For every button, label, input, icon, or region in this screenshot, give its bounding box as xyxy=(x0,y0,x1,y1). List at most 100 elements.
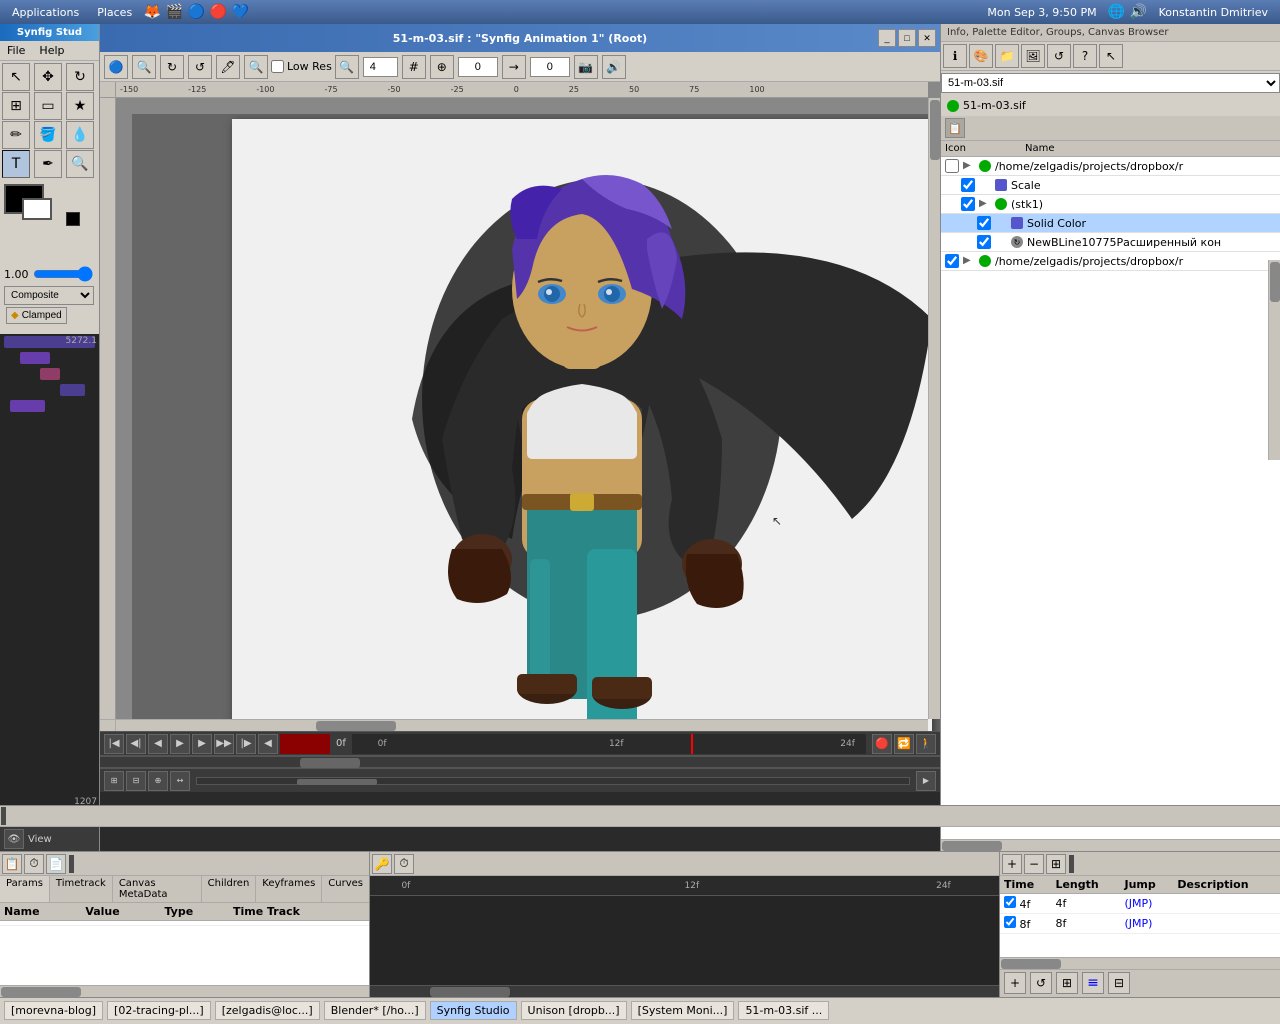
onion-btn[interactable]: ⊕ xyxy=(430,55,454,79)
close-handle[interactable] xyxy=(69,855,74,873)
maximize-button[interactable]: □ xyxy=(898,29,916,47)
timeline-btn-6[interactable]: ▶▶ xyxy=(214,734,234,754)
status-blender[interactable]: Blender* [/ho...] xyxy=(324,1001,426,1020)
timeline-btn-2[interactable]: ◀| xyxy=(126,734,146,754)
palette-btn[interactable]: 🎨 xyxy=(969,44,993,68)
kf-0-jump[interactable]: (JMP) xyxy=(1121,894,1174,914)
kf-action-1[interactable]: + xyxy=(1004,972,1026,994)
kf-0-check[interactable] xyxy=(1004,896,1016,908)
canvas-tool-4[interactable]: ↺ xyxy=(188,55,212,79)
rectangle-tool[interactable]: ▭ xyxy=(34,92,62,120)
layers-vscroll[interactable] xyxy=(1268,260,1280,460)
layer-1-checkbox[interactable] xyxy=(961,178,975,192)
layer-item-2[interactable]: ▶ (stk1) xyxy=(941,195,1280,214)
layer-5-expand[interactable]: ▶ xyxy=(963,255,975,267)
rotate-tool[interactable]: ↻ xyxy=(66,63,94,91)
panel-resize-handle[interactable] xyxy=(1,807,6,825)
magnify-btn[interactable]: 🔍 xyxy=(244,55,268,79)
app-icon-2[interactable]: 🔴 xyxy=(208,2,228,22)
zoom-tool[interactable]: 🔍 xyxy=(66,150,94,178)
layer-2-checkbox[interactable] xyxy=(961,197,975,211)
canvas-drawing-area[interactable]: ↖ xyxy=(132,114,940,731)
params-hscroll[interactable] xyxy=(0,985,369,997)
smooth-move-tool[interactable]: ✥ xyxy=(34,63,62,91)
status-unison[interactable]: Unison [dropb...] xyxy=(521,1001,627,1020)
kf-dup-btn[interactable]: ⊞ xyxy=(1046,854,1066,874)
help-menu[interactable]: Help xyxy=(36,43,67,58)
tab-keyframes[interactable]: Keyframes xyxy=(256,876,322,902)
tl-nav-5[interactable]: ▶ xyxy=(916,771,936,791)
current-frame-input[interactable]: 16f xyxy=(280,734,330,754)
star-tool[interactable]: ★ xyxy=(66,92,94,120)
layer-0-checkbox[interactable] xyxy=(945,159,959,173)
kf-action-4[interactable]: ≡ xyxy=(1082,972,1104,994)
timeline-btn-8[interactable]: ◀ xyxy=(258,734,278,754)
status-tracing[interactable]: [02-tracing-pl...] xyxy=(107,1001,211,1020)
cursor-btn[interactable]: ↖ xyxy=(1099,44,1123,68)
status-zelgadis[interactable]: [zelgadis@loc...] xyxy=(215,1001,320,1020)
timetrack-icon[interactable]: ⏱ xyxy=(24,854,44,874)
kf-1-check[interactable] xyxy=(1004,916,1016,928)
file-selector[interactable]: 51-m-03.sif xyxy=(941,73,1280,93)
close-button[interactable]: ✕ xyxy=(918,29,936,47)
applications-menu[interactable]: Applications xyxy=(4,4,87,21)
loop-btn[interactable]: 🔁 xyxy=(894,734,914,754)
tab-params[interactable]: Params xyxy=(0,876,50,902)
tt-icon2[interactable]: ⏱ xyxy=(394,854,414,874)
timeline-btn-3[interactable]: ◀ xyxy=(148,734,168,754)
tt-icon1[interactable]: 🔑 xyxy=(372,854,392,874)
layer-2-expand[interactable]: ▶ xyxy=(979,198,991,210)
playhead[interactable] xyxy=(691,734,693,754)
background-color[interactable] xyxy=(22,198,52,220)
status-synfig[interactable]: Synfig Studio xyxy=(430,1001,517,1020)
tl-nav-4[interactable]: ↔ xyxy=(170,771,190,791)
view-icon[interactable]: 👁 xyxy=(4,829,24,849)
kf-close-handle[interactable] xyxy=(1069,855,1074,873)
grid-btn[interactable]: # xyxy=(402,55,426,79)
app-icon-1[interactable]: 🔵 xyxy=(186,2,206,22)
kf-action-2[interactable]: ↺ xyxy=(1030,972,1052,994)
layer-item-0[interactable]: ▶ /home/zelgadis/projects/dropbox/r xyxy=(941,157,1280,176)
help-btn[interactable]: ? xyxy=(1073,44,1097,68)
tl-nav-2[interactable]: ⊟ xyxy=(126,771,146,791)
timeline-btn-5[interactable]: ▶ xyxy=(192,734,212,754)
scale-tool[interactable]: ⊞ xyxy=(2,92,30,120)
root-canvas-item[interactable]: 51-m-03.sif xyxy=(941,95,1280,116)
refresh-btn[interactable]: ↺ xyxy=(1047,44,1071,68)
tl-nav-3[interactable]: ⊕ xyxy=(148,771,168,791)
firefox-icon[interactable]: 🦊 xyxy=(142,2,162,22)
volume-icon[interactable]: 🔊 xyxy=(1129,2,1149,22)
tab-curves[interactable]: Curves xyxy=(322,876,369,902)
layer-5-checkbox[interactable] xyxy=(945,254,959,268)
info-btn[interactable]: ℹ xyxy=(943,44,967,68)
canvas-tool-3[interactable]: ↻ xyxy=(160,55,184,79)
kf-row-1[interactable]: 8f 8f (JMP) xyxy=(1000,914,1280,934)
coord-y[interactable] xyxy=(530,57,570,77)
status-file[interactable]: 51-m-03.sif ... xyxy=(738,1001,829,1020)
layer-item-3[interactable]: ▶ Solid Color xyxy=(941,214,1280,233)
low-res-checkbox[interactable] xyxy=(271,60,284,73)
zoom-out-btn[interactable]: 🔍 xyxy=(335,55,359,79)
timetrack-hscroll[interactable] xyxy=(370,985,999,997)
vertical-scrollbar[interactable] xyxy=(928,98,940,719)
timeline-hscroll[interactable] xyxy=(100,756,940,768)
app-icon-3[interactable]: 💙 xyxy=(230,2,250,22)
coord-x[interactable] xyxy=(458,57,498,77)
timeline-btn-1[interactable]: |◀ xyxy=(104,734,124,754)
kf-hscroll[interactable] xyxy=(1000,957,1280,969)
timeline-btn-7[interactable]: |▶ xyxy=(236,734,256,754)
blend-mode-select[interactable]: Composite xyxy=(4,286,94,305)
tab-timetrack[interactable]: Timetrack xyxy=(50,876,113,902)
canvas-browser-btn[interactable]: 🖼 xyxy=(1021,44,1045,68)
kf-action-3[interactable]: ⊞ xyxy=(1056,972,1078,994)
canvas-meta-icon[interactable]: 📄 xyxy=(46,854,66,874)
text-tool[interactable]: T xyxy=(2,150,30,178)
film-icon[interactable]: 🎬 xyxy=(164,2,184,22)
opacity-slider[interactable] xyxy=(33,266,93,282)
status-sysmon[interactable]: [System Moni...] xyxy=(631,1001,735,1020)
transform-tool[interactable]: ↖ xyxy=(2,63,30,91)
pen-tool[interactable]: ✏ xyxy=(2,121,30,149)
tl-nav-1[interactable]: ⊞ xyxy=(104,771,124,791)
clamped-button[interactable]: ◆ Clamped xyxy=(6,307,67,324)
sound-btn[interactable]: 🔊 xyxy=(602,55,626,79)
